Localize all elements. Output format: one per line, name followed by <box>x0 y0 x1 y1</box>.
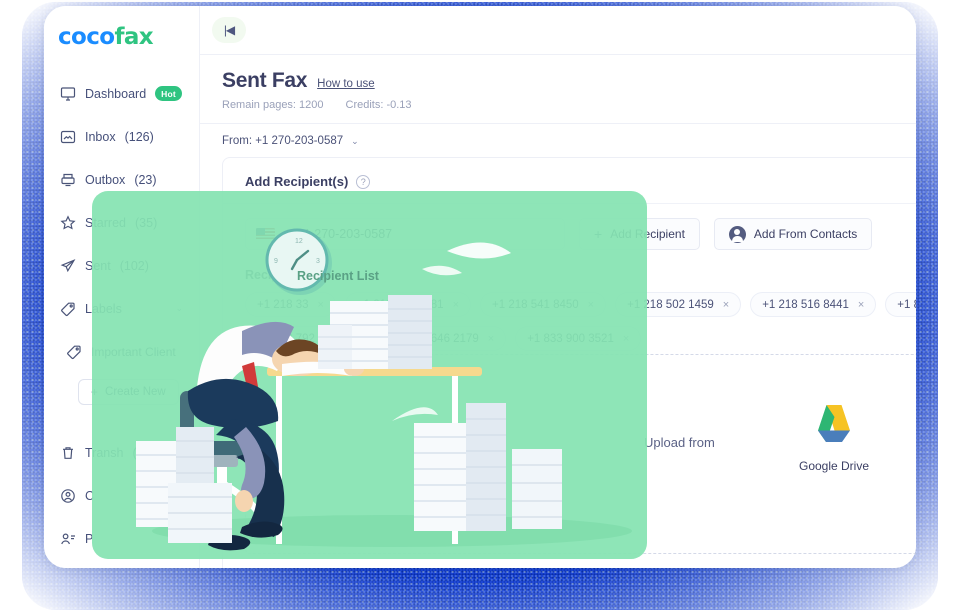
sidebar-item-dashboard[interactable]: Dashboard Hot <box>44 72 199 115</box>
recipient-chip[interactable]: +1 218 516 8441 × <box>750 292 877 317</box>
add-from-contacts-label: Add From Contacts <box>753 227 858 241</box>
google-drive-label: Google Drive <box>798 459 870 473</box>
trash-icon <box>60 445 76 461</box>
logo-part-coco: coco <box>58 24 115 50</box>
recipient-chip[interactable]: +1 833 64× <box>885 292 916 317</box>
app-window: cocofax Dashboard Hot Inbox (126) Outbox… <box>44 6 916 568</box>
sidebar-item-label: Dashboard <box>85 86 147 101</box>
top-bar: |◀ <box>200 6 916 55</box>
from-number-label: From: +1 270-203-0587 <box>222 135 344 147</box>
add-recipients-title: Add Recipient(s) <box>245 174 349 189</box>
sidebar-item-count: (23) <box>134 172 157 187</box>
tag-icon <box>60 301 76 317</box>
remain-pages-text: Remain pages: 1200 <box>222 99 324 111</box>
svg-text:12: 12 <box>295 238 303 245</box>
screenshot-stage: cocofax Dashboard Hot Inbox (126) Outbox… <box>0 0 960 612</box>
add-recipients-header: Add Recipient(s) ? <box>223 158 916 189</box>
recipient-number: +1 218 516 8441 <box>762 298 849 311</box>
outbox-icon <box>60 172 76 188</box>
svg-text:9: 9 <box>274 258 278 265</box>
upload-from-label: Upload from <box>644 435 715 450</box>
sidebar-item-inbox[interactable]: Inbox (126) <box>44 115 199 158</box>
app-logo[interactable]: cocofax <box>44 16 199 50</box>
logo-part-fax: fax <box>114 24 154 50</box>
page-header: Sent Fax How to use Remain pages: 1200 C… <box>200 55 916 111</box>
star-icon <box>60 214 76 231</box>
sidebar-item-label: Inbox <box>85 129 116 144</box>
overlay-recipient-list-label: Recipient List <box>297 269 379 283</box>
status-badge-hot: Hot <box>155 86 182 101</box>
meta-row: Remain pages: 1200 Credits: -0.13 <box>222 99 916 111</box>
overworked-businessman-paper-stacks-illustration: 12 3 9 Recipient List <box>92 191 647 559</box>
google-drive-icon <box>818 405 850 442</box>
recipient-number: +1 833 64 <box>897 298 916 311</box>
monitor-icon <box>60 86 76 102</box>
sidebar-item-label: Outbox <box>85 172 126 187</box>
close-icon[interactable]: × <box>858 299 864 311</box>
google-drive-upload-option[interactable]: Google Drive <box>786 403 882 473</box>
paper-plane-icon <box>60 258 76 274</box>
svg-text:3: 3 <box>316 258 320 265</box>
user-list-icon <box>60 531 76 547</box>
page-title: Sent Fax <box>222 69 308 92</box>
sidebar-item-numbers[interactable]: Numbers <box>44 560 199 568</box>
chevron-down-icon: ⌄ <box>351 135 359 146</box>
title-row: Sent Fax How to use <box>222 69 916 93</box>
from-number-selector[interactable]: From: +1 270-203-0587 ⌄ <box>200 124 916 157</box>
add-from-contacts-button[interactable]: Add From Contacts <box>713 218 873 250</box>
collapse-sidebar-icon[interactable]: |◀ <box>212 17 246 43</box>
wall-clock-icon: 12 3 9 <box>265 228 332 295</box>
how-to-use-link[interactable]: How to use <box>317 78 375 90</box>
user-circle-icon <box>60 488 76 504</box>
avatar-icon <box>728 225 746 243</box>
inbox-icon <box>60 129 76 145</box>
tag-icon <box>66 344 82 360</box>
close-icon[interactable]: × <box>723 299 729 311</box>
help-icon[interactable]: ? <box>356 174 371 189</box>
credits-text: Credits: -0.13 <box>345 99 412 111</box>
sidebar-item-count: (126) <box>124 129 154 144</box>
